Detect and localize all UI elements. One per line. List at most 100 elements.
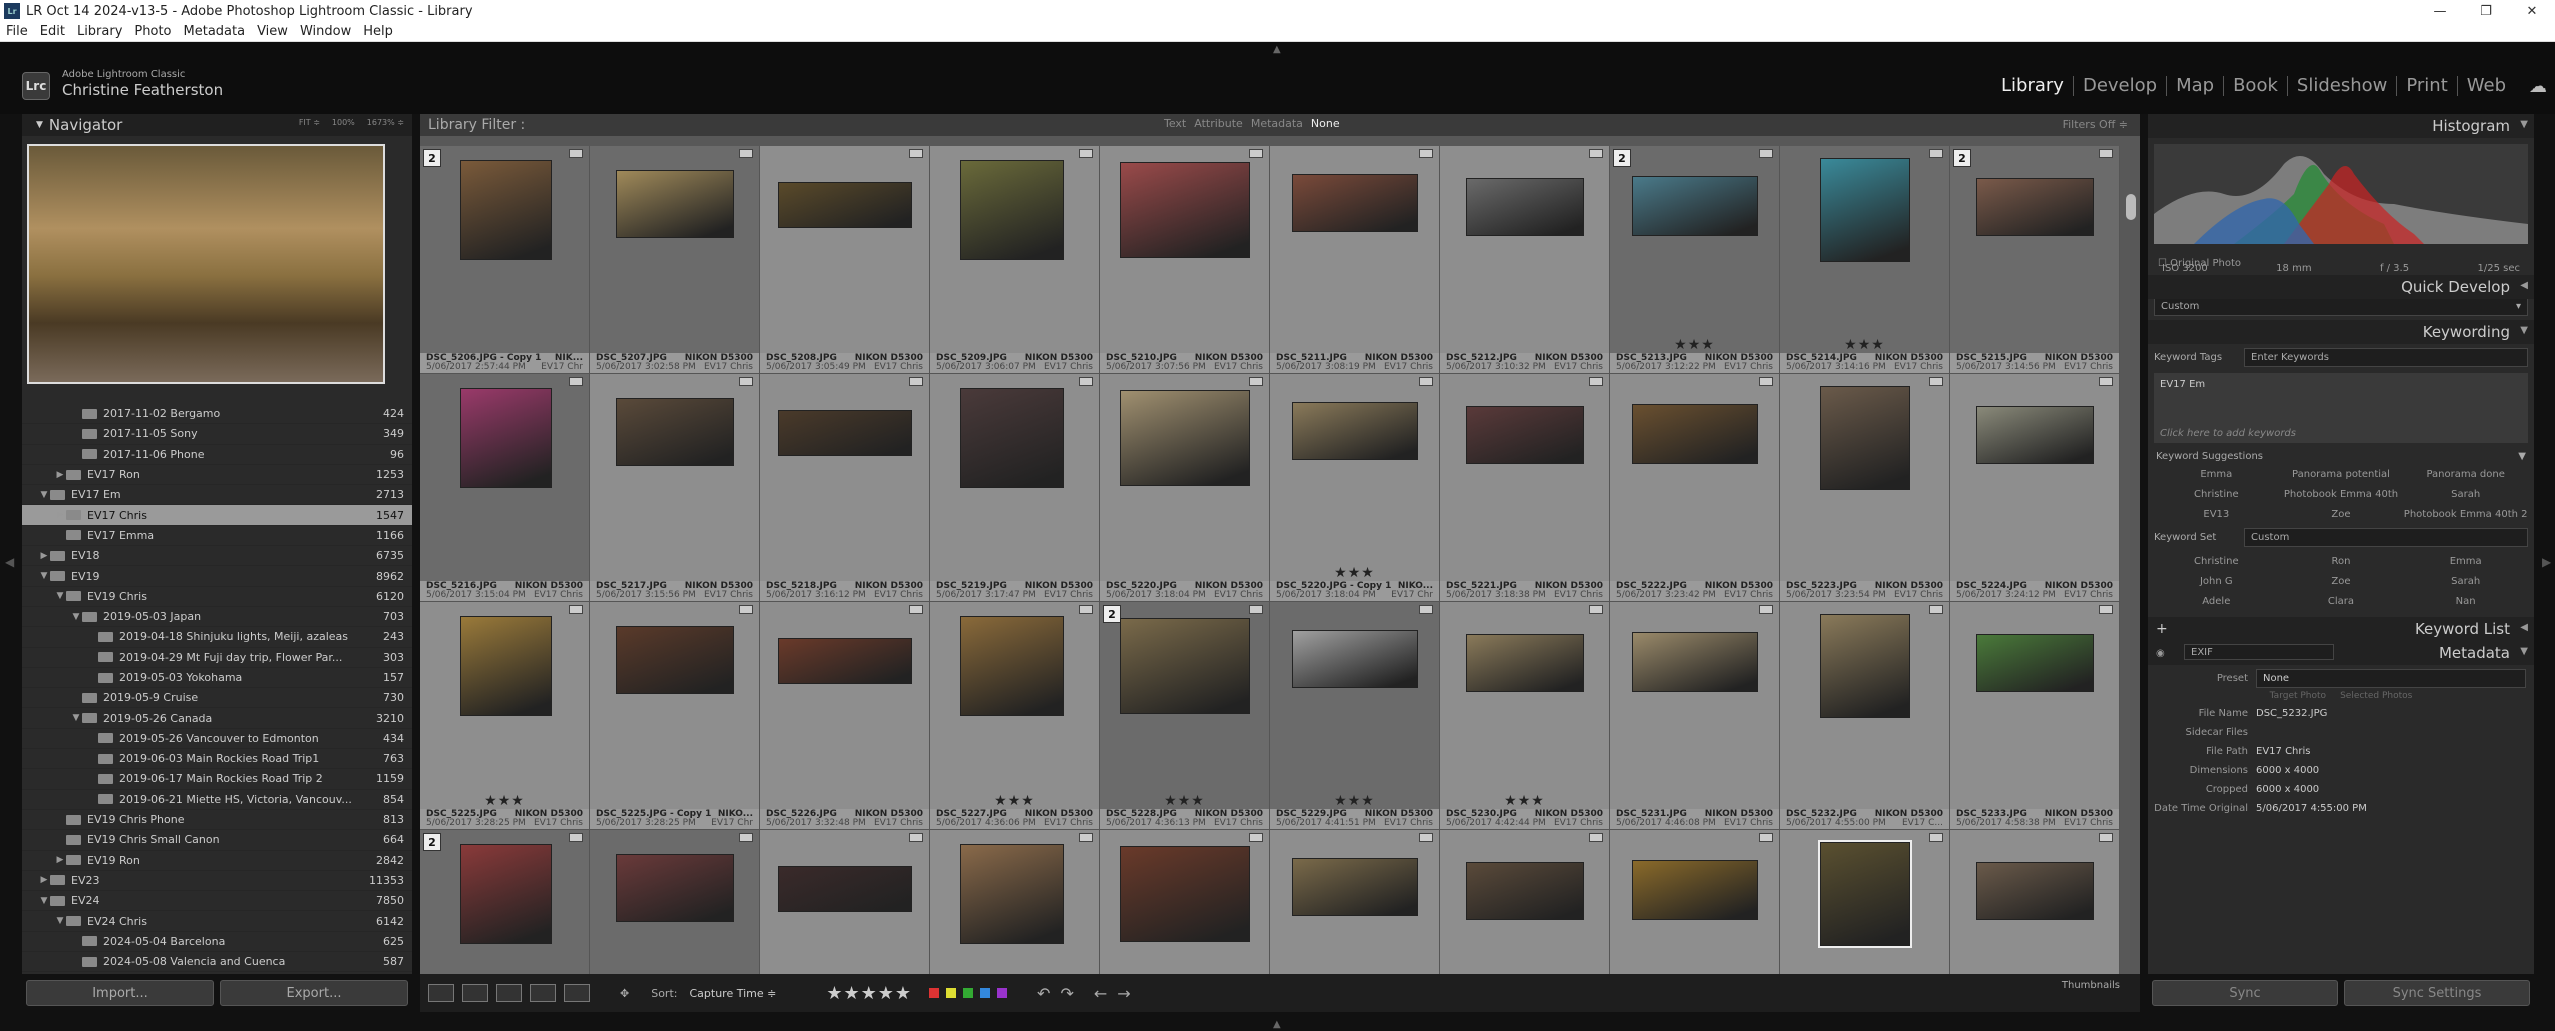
thumbnail-cell[interactable]: DSC_5223.JPG NIKON D5300 5/06/2017 3:23:54… [1780,374,1950,602]
photo-thumbnail[interactable] [616,170,734,238]
folder-row[interactable]: EV17 Emma 1166 [22,526,412,547]
rating-stars[interactable]: ★★★★★ [826,983,912,1004]
thumbnail-cell[interactable] [590,830,760,974]
next-photo-icon[interactable]: → [1117,984,1130,1003]
folder-row[interactable]: 2019-05-26 Vancouver to Edmonton 434 [22,729,412,750]
keyword-chip[interactable]: Adele [2154,591,2279,611]
thumbnail-cell[interactable]: DSC_5216.JPG NIKON D5300 5/06/2017 3:15:04… [420,374,590,602]
thumbnail-cell[interactable]: DSC_5222.JPG NIKON D5300 5/06/2017 3:23:42… [1610,374,1780,602]
folder-row[interactable]: ▼ 2019-05-26 Canada 3210 [22,708,412,729]
thumbnail-cell[interactable] [1780,830,1950,974]
metadata-value[interactable]: DSC_5232.JPG [2256,708,2534,719]
keyword-chip[interactable]: Christine [2154,484,2279,504]
thumbnail-cell[interactable]: 2 ★★★ DSC_5228.JPG NIKON D5300 5/06/2017 4:3… [1100,602,1270,830]
keyword-chip[interactable]: John G [2154,571,2279,591]
left-panel-toggle-icon[interactable]: ◀ [5,555,14,569]
import-button[interactable]: Import... [26,980,214,1006]
folder-row[interactable]: 2019-04-18 Shinjuku lights, Meiji, azale… [22,627,412,648]
photo-thumbnail[interactable] [1466,634,1584,692]
folder-row[interactable]: ▶ EV17 Ron 1253 [22,465,412,486]
add-keyword-icon[interactable]: + [2156,621,2168,637]
photo-thumbnail[interactable] [1818,840,1912,948]
folder-row[interactable]: 2017-11-06 Phone 96 [22,445,412,465]
star-rating[interactable]: ★★★ [420,793,589,809]
photo-thumbnail[interactable] [778,410,912,456]
folder-row[interactable]: 2019-05-03 Yokohama 157 [22,668,412,689]
zoom-custom[interactable]: 1673% ≑ [367,118,404,127]
minimize-button[interactable]: — [2417,0,2463,22]
photo-thumbnail[interactable] [616,854,734,922]
grid-scrollbar[interactable] [2126,194,2136,220]
top-panel-toggle-icon[interactable]: ▲ [1273,44,1281,55]
keyword-chip[interactable]: Emma [2403,551,2528,571]
collapse-icon[interactable]: ▼ [2518,451,2526,462]
folder-row[interactable]: 2024-05-08 Valencia and Cuenca 587 [22,952,412,973]
photo-thumbnail[interactable] [1820,158,1910,262]
photo-thumbnail[interactable] [1120,618,1250,714]
thumbnail-cell[interactable]: DSC_5211.JPG NIKON D5300 5/06/2017 3:08:19… [1270,146,1440,374]
sort-dropdown[interactable]: Capture Time ≑ [689,987,776,1000]
star-rating[interactable]: ★★★ [1270,793,1439,809]
thumbnail-cell[interactable]: DSC_5210.JPG NIKON D5300 5/06/2017 3:07:56… [1100,146,1270,374]
stack-count-badge[interactable]: 2 [423,833,441,851]
folder-row[interactable]: 2019-06-03 Main Rockies Road Trip1 763 [22,749,412,770]
filter-attribute[interactable]: Attribute [1194,117,1243,130]
disclosure-triangle-icon[interactable]: ▶ [54,855,66,865]
stack-count-badge[interactable]: 2 [1953,149,1971,167]
folder-row[interactable]: 2024-05-12 Madrid534 [22,972,412,974]
thumbnail-cell[interactable] [1440,830,1610,974]
stack-count-badge[interactable]: 2 [423,149,441,167]
folder-row[interactable]: ▼ EV19 8962 [22,566,412,587]
maximize-button[interactable]: ❐ [2463,0,2509,22]
thumbnail-cell[interactable]: ★★★ DSC_5230.JPG NIKON D5300 5/06/2017 4:42… [1440,602,1610,830]
sync-settings-button[interactable]: Sync Settings [2344,980,2530,1006]
folder-row[interactable]: EV19 Chris Small Canon 664 [22,830,412,851]
folder-row[interactable]: 2017-11-05 Sony 349 [22,424,412,445]
keyword-chip[interactable]: Panorama done [2403,464,2528,484]
photo-thumbnail[interactable] [1976,178,2094,236]
folder-row[interactable]: ▶ EV17 Chris 1547 [22,505,412,526]
thumbnail-cell[interactable]: DSC_5231.JPG NIKON D5300 5/06/2017 4:46:08… [1610,602,1780,830]
module-map[interactable]: Map [2167,76,2225,96]
thumbnail-cell[interactable]: DSC_5232.JPG NIKON D5300 5/06/2017 4:55:00… [1780,602,1950,830]
filter-preset-dropdown[interactable]: Filters Off ≑ [2063,118,2128,131]
disclosure-triangle-icon[interactable]: ▼ [70,713,82,723]
navigator-preview[interactable] [27,144,385,384]
disclosure-triangle-icon[interactable]: ▶ [54,510,66,520]
thumbnail-cell[interactable]: DSC_5226.JPG NIKON D5300 5/06/2017 3:32:48… [760,602,930,830]
keywording-header[interactable]: Keywording ▼ [2148,320,2534,344]
photo-thumbnail[interactable] [1466,862,1584,920]
metadata-value[interactable]: 5/06/2017 4:55:00 PM [2256,803,2534,814]
folder-row[interactable]: ▶ EV18 6735 [22,546,412,567]
module-book[interactable]: Book [2224,76,2288,96]
zoom-fit[interactable]: FIT ≑ [299,118,320,127]
saved-preset-dropdown[interactable]: Custom [2161,301,2199,312]
star-rating[interactable]: ★★★ [1610,337,1779,353]
stack-count-badge[interactable]: 2 [1613,149,1631,167]
keyword-list-header[interactable]: + Keyword List ◀ [2148,617,2534,641]
folder-row[interactable]: 2019-06-17 Main Rockies Road Trip 2 1159 [22,769,412,790]
photo-thumbnail[interactable] [1292,858,1418,916]
folder-row[interactable]: ▼ EV17 Em 2713 [22,485,412,506]
thumbnail-cell[interactable]: DSC_5233.JPG NIKON D5300 5/06/2017 4:58:38… [1950,602,2120,830]
sync-button[interactable]: Sync [2152,980,2338,1006]
color-label-swatch[interactable] [980,988,991,998]
photo-thumbnail[interactable] [960,616,1064,716]
disclosure-triangle-icon[interactable]: ▼ [70,612,82,622]
menu-metadata[interactable]: Metadata [184,24,246,39]
folder-row[interactable]: 2017-11-02 Bergamo 424 [22,404,412,425]
metadata-value[interactable]: 6000 x 4000 [2256,784,2534,795]
thumbnail-cell[interactable]: DSC_5217.JPG NIKON D5300 5/06/2017 3:15:56… [590,374,760,602]
star-rating[interactable]: ★★★ [1270,565,1439,581]
histogram-header[interactable]: Histogram ▼ [2148,114,2534,138]
metadata-header[interactable]: ◉ EXIF Metadata ▼ [2148,641,2534,665]
thumbnail-cell[interactable]: DSC_5219.JPG NIKON D5300 5/06/2017 3:17:47… [930,374,1100,602]
color-label-swatch[interactable] [963,988,974,998]
disclosure-triangle-icon[interactable]: ▼ [38,490,50,500]
photo-thumbnail[interactable] [960,388,1064,488]
thumbnail-size-slider[interactable]: Thumbnails [2062,980,2120,991]
module-develop[interactable]: Develop [2074,76,2168,96]
folder-row[interactable]: EV19 Chris Phone 813 [22,810,412,831]
thumbnail-cell[interactable]: DSC_5218.JPG NIKON D5300 5/06/2017 3:16:12… [760,374,930,602]
photo-thumbnail[interactable] [1292,402,1418,460]
